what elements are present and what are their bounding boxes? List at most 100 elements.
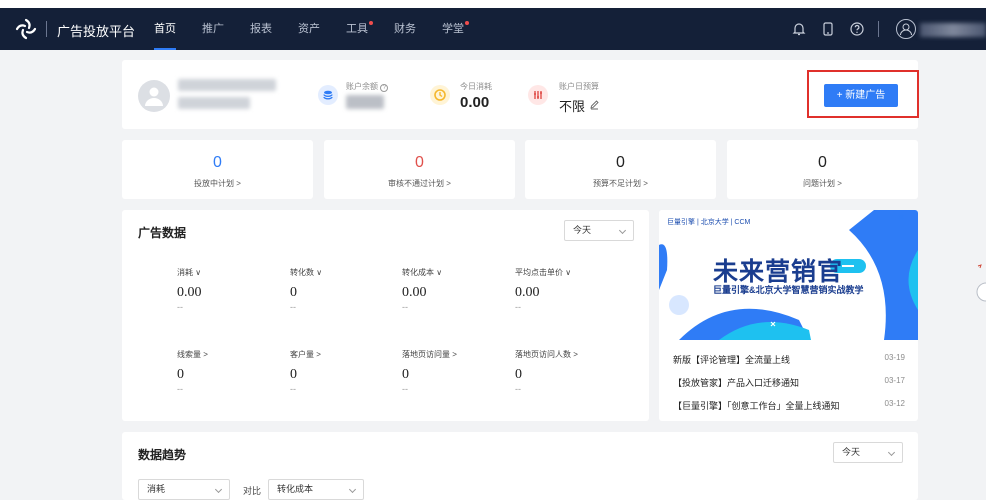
user-icon[interactable] bbox=[896, 19, 916, 39]
top-nav: 广告投放平台 首页 推广 报表 资产 工具 财务 学堂 bbox=[0, 8, 986, 50]
notification-dot bbox=[369, 21, 373, 25]
metric-leads: 线索量 > 0 -- bbox=[177, 349, 287, 394]
banner-subtitle: 巨量引擎&北京大学智慧营销实战教学 bbox=[713, 285, 864, 295]
budget-label: 账户日预算 bbox=[559, 82, 599, 91]
news-item[interactable]: 【巨量引擎】「创意工作台」全量上线通知 03-12 bbox=[673, 399, 905, 412]
chevron-down-icon bbox=[618, 226, 627, 235]
news-item[interactable]: 新版【评论管理】全流量上线 03-19 bbox=[673, 353, 905, 366]
kpi-value: 0 bbox=[213, 154, 222, 171]
kpi-value: 0 bbox=[616, 154, 625, 171]
notification-dot bbox=[465, 21, 469, 25]
menu-item-finance[interactable]: 财务 bbox=[394, 8, 416, 50]
menu-item-assets[interactable]: 资产 bbox=[298, 8, 320, 50]
balance-value-redacted bbox=[346, 95, 384, 109]
metric-label[interactable]: 落地页访问量 > bbox=[402, 349, 512, 360]
metric-avg-cpc: 平均点击单价 ∨ 0.00 -- bbox=[515, 267, 625, 312]
menu-item-reports[interactable]: 报表 bbox=[250, 8, 272, 50]
metric-label[interactable]: 转化数 ∨ bbox=[290, 267, 400, 278]
ad-data-card: 广告数据 今天 消耗 ∨ 0.00 -- 转化数 ∨ 0 -- 转化成本 ∨ 0… bbox=[122, 210, 649, 421]
metric-label[interactable]: 平均点击单价 ∨ bbox=[515, 267, 625, 278]
menu-item-promote[interactable]: 推广 bbox=[202, 8, 224, 50]
compare-label: 对比 bbox=[243, 486, 262, 496]
trend-metric-select[interactable]: 消耗 bbox=[138, 479, 230, 500]
budget-value: 不限 bbox=[559, 99, 586, 114]
chevron-down-icon bbox=[348, 485, 357, 494]
banner-sponsors: 巨量引擎 | 北京大学 | CCM bbox=[667, 219, 751, 226]
metric-delta: -- bbox=[290, 302, 296, 312]
metric-value: 0.00 bbox=[515, 285, 540, 300]
mobile-icon[interactable] bbox=[820, 21, 836, 37]
compare-metric-select[interactable]: 转化成本 bbox=[268, 479, 364, 500]
today-spend-value: 0.00 bbox=[460, 94, 490, 111]
metric-delta: -- bbox=[402, 384, 408, 394]
account-id-redacted bbox=[178, 97, 250, 109]
news-title[interactable]: 【投放管家】产品入口迁移通知 bbox=[673, 378, 799, 388]
metric-landing-visitors: 落地页访问人数 > 0 -- bbox=[515, 349, 625, 394]
floating-widget-icon[interactable] bbox=[974, 262, 986, 307]
chevron-down-icon bbox=[214, 485, 223, 494]
bell-icon[interactable] bbox=[791, 21, 807, 37]
nav-divider bbox=[878, 21, 879, 37]
kpi-label[interactable]: 审核不通过计划 > bbox=[324, 178, 515, 189]
news-date: 03-17 bbox=[884, 376, 905, 385]
metric-spend: 消耗 ∨ 0.00 -- bbox=[177, 267, 287, 312]
edit-icon[interactable] bbox=[589, 99, 600, 110]
kpi-value: 0 bbox=[415, 154, 424, 171]
help-icon[interactable]: ? bbox=[380, 84, 389, 92]
metric-label[interactable]: 线索量 > bbox=[177, 349, 287, 360]
account-summary-card: 账户余额 ? 今日消耗 0.00 账户日预算 不限 + 新建广告 bbox=[122, 60, 919, 129]
budget-icon bbox=[528, 85, 548, 105]
metric-label[interactable]: 落地页访问人数 > bbox=[515, 349, 625, 360]
help-icon[interactable] bbox=[849, 21, 865, 37]
metric-landing-visits: 落地页访问量 > 0 -- bbox=[402, 349, 512, 394]
metric-delta: -- bbox=[290, 384, 296, 394]
brand-title[interactable]: 广告投放平台 bbox=[57, 21, 135, 40]
kpi-rejected-plans[interactable]: 0 审核不通过计划 > bbox=[324, 140, 515, 199]
today-spend-icon bbox=[430, 85, 450, 105]
kpi-value: 0 bbox=[818, 154, 827, 171]
metric-delta: -- bbox=[515, 384, 521, 394]
menu-item-home[interactable]: 首页 bbox=[154, 8, 176, 50]
kpi-active-plans[interactable]: 0 投放中计划 > bbox=[122, 140, 313, 199]
metric-label[interactable]: 消耗 ∨ bbox=[177, 267, 287, 278]
trend-title: 数据趋势 bbox=[138, 448, 187, 462]
kpi-label[interactable]: 问题计划 > bbox=[727, 178, 918, 189]
kpi-problem-plans[interactable]: 0 问题计划 > bbox=[727, 140, 918, 199]
metric-value: 0 bbox=[290, 285, 297, 300]
main-menu: 首页 推广 报表 资产 工具 财务 学堂 bbox=[154, 8, 490, 50]
metric-value: 0 bbox=[402, 367, 409, 382]
metric-value: 0 bbox=[515, 367, 522, 382]
metric-customers: 客户量 > 0 -- bbox=[290, 349, 400, 394]
news-title[interactable]: 新版【评论管理】全流量上线 bbox=[673, 355, 790, 365]
username-redacted[interactable] bbox=[920, 23, 986, 37]
news-title[interactable]: 【巨量引擎】「创意工作台」全量上线通知 bbox=[673, 401, 840, 411]
account-name-redacted bbox=[178, 79, 276, 91]
metric-delta: -- bbox=[515, 302, 521, 312]
menu-item-tools[interactable]: 工具 bbox=[346, 8, 373, 50]
balance-icon bbox=[318, 85, 338, 105]
metric-label[interactable]: 转化成本 ∨ bbox=[402, 267, 512, 278]
browser-top-strip bbox=[0, 0, 986, 8]
news-date: 03-12 bbox=[884, 399, 905, 408]
today-spend-label: 今日消耗 bbox=[460, 82, 492, 91]
avatar bbox=[138, 80, 170, 112]
metric-conversions: 转化数 ∨ 0 -- bbox=[290, 267, 400, 312]
announcement-card: 巨量引擎 | 北京大学 | CCM 未来营销官 巨量引擎&北京大学智慧营销实战教… bbox=[659, 210, 918, 421]
logo-divider bbox=[46, 21, 47, 37]
new-ad-button[interactable]: + 新建广告 bbox=[824, 84, 898, 107]
logo-icon[interactable] bbox=[14, 17, 38, 41]
metric-delta: -- bbox=[177, 384, 183, 394]
kpi-budget-short-plans[interactable]: 0 预算不足计划 > bbox=[525, 140, 716, 199]
promo-banner[interactable]: 巨量引擎 | 北京大学 | CCM 未来营销官 巨量引擎&北京大学智慧营销实战教… bbox=[659, 210, 918, 340]
chevron-down-icon bbox=[887, 448, 896, 457]
kpi-label[interactable]: 投放中计划 > bbox=[122, 178, 313, 189]
metric-delta: -- bbox=[402, 302, 408, 312]
trend-range-select[interactable]: 今天 bbox=[833, 442, 903, 463]
ad-data-title: 广告数据 bbox=[138, 226, 187, 240]
date-range-select[interactable]: 今天 bbox=[564, 220, 634, 241]
news-item[interactable]: 【投放管家】产品入口迁移通知 03-17 bbox=[673, 376, 905, 389]
kpi-label[interactable]: 预算不足计划 > bbox=[525, 178, 716, 189]
metric-value: 0.00 bbox=[402, 285, 427, 300]
metric-label[interactable]: 客户量 > bbox=[290, 349, 400, 360]
menu-item-academy[interactable]: 学堂 bbox=[442, 8, 469, 50]
